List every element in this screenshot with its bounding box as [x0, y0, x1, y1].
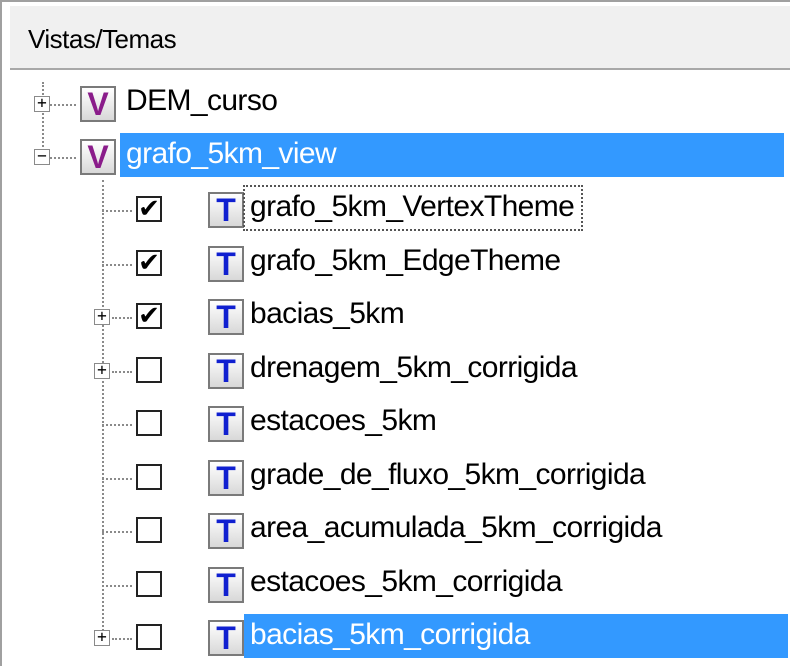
view-item-label[interactable]: grafo_5km_view [120, 133, 784, 177]
tree-connector [102, 180, 104, 635]
tree-connector [102, 478, 132, 480]
theme-item-label[interactable]: bacias_5km_corrigida [244, 614, 788, 658]
tree-connector [50, 104, 76, 106]
visibility-checkbox-checked[interactable]: ✔ [136, 196, 162, 222]
tree-connector [50, 157, 76, 159]
theme-item-label[interactable]: grafo_5km_VertexTheme [242, 185, 584, 231]
view-icon-letter: V [87, 86, 109, 122]
tree-connector [102, 585, 132, 587]
theme-icon-letter: T [216, 246, 236, 282]
theme-icon: T [208, 246, 244, 282]
theme-icon: T [208, 406, 244, 442]
expand-icon[interactable]: + [94, 362, 110, 379]
tree-connector [102, 210, 132, 212]
theme-icon-letter: T [216, 460, 236, 496]
theme-icon-letter: T [216, 513, 236, 549]
theme-icon-letter: T [216, 406, 236, 442]
view-item-label[interactable]: DEM_curso [120, 80, 285, 124]
collapse-icon[interactable]: − [34, 148, 50, 165]
expand-icon[interactable]: + [94, 308, 110, 325]
theme-icon-letter: T [216, 620, 236, 656]
theme-icon-letter: T [216, 353, 236, 389]
expand-icon[interactable]: + [94, 629, 110, 646]
theme-icon: T [208, 299, 244, 335]
tree-connector [112, 317, 132, 319]
theme-icon-letter: T [216, 299, 236, 335]
expand-icon[interactable]: + [34, 95, 50, 112]
tree-connector [112, 638, 132, 640]
tree-connector [102, 424, 132, 426]
tree-connector [112, 371, 132, 373]
theme-item-label[interactable]: grade_de_fluxo_5km_corrigida [244, 454, 653, 498]
view-icon: V [80, 86, 116, 122]
visibility-checkbox[interactable] [136, 357, 162, 383]
layer-tree: + V DEM_curso − Vgrafo_5km_view ✔ Tgrafo_5km_V… [2, 2, 790, 668]
theme-icon: T [208, 567, 244, 603]
visibility-checkbox[interactable] [136, 624, 162, 650]
theme-icon-letter: T [216, 567, 236, 603]
theme-item-label[interactable]: estacoes_5km_corrigida [244, 561, 570, 605]
visibility-checkbox[interactable] [136, 571, 162, 597]
theme-item-label[interactable]: area_acumulada_5km_corrigida [244, 507, 670, 551]
visibility-checkbox-checked[interactable]: ✔ [136, 303, 162, 329]
view-icon: V [80, 139, 116, 175]
theme-icon-letter: T [216, 192, 236, 228]
theme-icon: T [208, 192, 244, 228]
theme-icon: T [208, 513, 244, 549]
visibility-checkbox[interactable] [136, 410, 162, 436]
theme-icon: T [208, 353, 244, 389]
tree-connector [102, 531, 132, 533]
theme-item-label[interactable]: bacias_5km [244, 293, 412, 337]
theme-item-label[interactable]: drenagem_5km_corrigida [244, 347, 585, 391]
theme-icon: T [208, 620, 244, 656]
visibility-checkbox-checked[interactable]: ✔ [136, 250, 162, 276]
tree-connector [102, 264, 132, 266]
visibility-checkbox[interactable] [136, 517, 162, 543]
visibility-checkbox[interactable] [136, 464, 162, 490]
view-icon-letter: V [87, 139, 109, 175]
views-themes-panel: Vistas/Temas + V DEM_curso − Vgrafo_5km_view… [0, 0, 790, 666]
theme-item-label[interactable]: estacoes_5km [244, 400, 444, 444]
theme-icon: T [208, 460, 244, 496]
theme-item-label[interactable]: grafo_5km_EdgeTheme [244, 240, 568, 284]
